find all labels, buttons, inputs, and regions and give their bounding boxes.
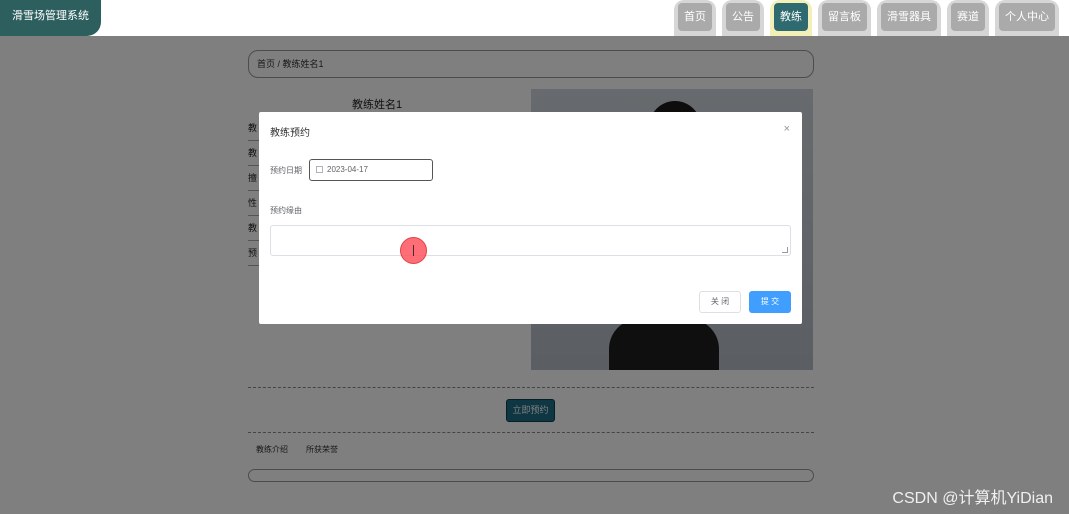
date-value: 2023-04-17 bbox=[327, 165, 368, 174]
close-icon[interactable]: × bbox=[784, 123, 790, 135]
nav-ski-equipment-label: 滑雪器具 bbox=[881, 3, 937, 31]
reason-textarea[interactable] bbox=[270, 225, 791, 256]
nav-track[interactable]: 赛道 bbox=[947, 0, 989, 36]
reason-label: 预约缘由 bbox=[270, 206, 302, 215]
mouse-cursor-highlight bbox=[400, 237, 427, 264]
nav-coach-label: 教练 bbox=[774, 3, 808, 31]
top-navbar: 滑雪场管理系统 首页 公告 教练 留言板 滑雪器具 赛道 个人中心 bbox=[0, 0, 1069, 36]
nav-home[interactable]: 首页 bbox=[674, 0, 716, 36]
nav-ski-equipment[interactable]: 滑雪器具 bbox=[877, 0, 941, 36]
resize-handle-icon[interactable] bbox=[782, 247, 788, 253]
text-cursor-icon bbox=[413, 245, 415, 256]
date-label: 预约日期 bbox=[270, 166, 302, 175]
close-button[interactable]: 关 闭 bbox=[699, 291, 741, 313]
submit-button[interactable]: 提 交 bbox=[749, 291, 791, 313]
nav-personal-center[interactable]: 个人中心 bbox=[995, 0, 1059, 36]
app-logo-title[interactable]: 滑雪场管理系统 bbox=[0, 0, 101, 36]
booking-dialog: 教练预约 × 预约日期 2023-04-17 预约缘由 关 闭 提 交 bbox=[259, 112, 802, 324]
date-picker-input[interactable]: 2023-04-17 bbox=[309, 159, 433, 181]
main-nav: 首页 公告 教练 留言板 滑雪器具 赛道 个人中心 bbox=[674, 0, 1059, 36]
nav-personal-center-label: 个人中心 bbox=[999, 3, 1055, 31]
nav-coach[interactable]: 教练 bbox=[770, 0, 812, 36]
nav-message-board-label: 留言板 bbox=[822, 3, 867, 31]
calendar-icon bbox=[316, 166, 323, 173]
nav-track-label: 赛道 bbox=[951, 3, 985, 31]
dialog-title: 教练预约 bbox=[270, 128, 310, 139]
nav-home-label: 首页 bbox=[678, 3, 712, 31]
nav-message-board[interactable]: 留言板 bbox=[818, 0, 871, 36]
watermark: CSDN @计算机YiDian bbox=[892, 490, 1053, 507]
nav-notice-label: 公告 bbox=[726, 3, 760, 31]
nav-notice[interactable]: 公告 bbox=[722, 0, 764, 36]
